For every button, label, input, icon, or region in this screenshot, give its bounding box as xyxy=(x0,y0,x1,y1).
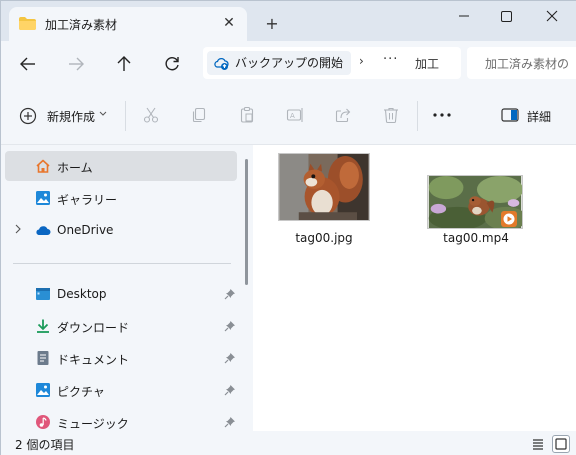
navigation-bar: バックアップの開始 › ··· 加工 加工済み素材の xyxy=(1,41,576,87)
sidebar-item-documents[interactable]: ドキュメント xyxy=(5,343,237,373)
cut-icon[interactable] xyxy=(142,106,160,124)
sidebar-scrollbar[interactable] xyxy=(245,159,248,285)
delete-icon[interactable] xyxy=(382,106,400,124)
pin-icon[interactable] xyxy=(224,416,236,428)
copy-icon[interactable] xyxy=(190,106,208,124)
breadcrumb-root-label: バックアップの開始 xyxy=(235,56,344,70)
sidebar-item-label: ピクチャ xyxy=(57,385,105,399)
search-box[interactable]: 加工済み素材の xyxy=(467,47,576,79)
chevron-down-icon xyxy=(99,111,107,116)
sidebar-item-label: ドキュメント xyxy=(57,353,130,367)
sidebar-item-label: OneDrive xyxy=(57,223,114,237)
navigation-pane: ホーム ギャラリー OneDrive Desktop ダウンロード ドキュメント… xyxy=(1,145,253,431)
breadcrumb-overflow-button[interactable]: ··· xyxy=(383,52,398,67)
share-icon[interactable] xyxy=(334,106,352,124)
back-arrow-icon[interactable] xyxy=(17,53,39,75)
sidebar-item-pictures[interactable]: ピクチャ xyxy=(5,375,237,405)
sidebar-item-home[interactable]: ホーム xyxy=(5,151,237,181)
desktop-icon xyxy=(36,288,50,300)
svg-text:A: A xyxy=(290,112,295,120)
sidebar-item-label: ホーム xyxy=(57,161,93,175)
address-bar[interactable]: バックアップの開始 › ··· 加工 xyxy=(203,47,461,79)
pin-icon[interactable] xyxy=(224,288,236,300)
minimize-button[interactable] xyxy=(447,5,481,27)
rename-icon[interactable]: A xyxy=(286,106,304,124)
item-count: 2 個の項目 xyxy=(15,438,75,452)
sidebar-item-downloads[interactable]: ダウンロード xyxy=(5,311,237,341)
toolbar-divider xyxy=(417,101,418,131)
new-button-label: 新規作成 xyxy=(47,110,96,124)
more-options-icon[interactable] xyxy=(431,108,453,122)
pin-icon[interactable] xyxy=(224,384,236,396)
gallery-icon xyxy=(36,191,50,205)
document-icon xyxy=(37,351,49,365)
file-name: tag00.mp4 xyxy=(443,231,509,245)
plus-circle-icon xyxy=(19,107,37,125)
search-placeholder: 加工済み素材の xyxy=(485,57,570,71)
file-view: tag00.jpg tag00.mp4 xyxy=(253,145,576,431)
large-icons-view-icon xyxy=(555,438,567,450)
sidebar-item-gallery[interactable]: ギャラリー xyxy=(5,183,237,213)
file-explorer-window: 加工済み素材 ✕ + バックアップの開始 › ··· 加工 加工済み素材の 新規… xyxy=(0,0,576,455)
chevron-right-icon[interactable] xyxy=(13,224,23,234)
up-arrow-icon[interactable] xyxy=(113,53,135,75)
details-view-icon[interactable] xyxy=(529,435,547,453)
close-tab-button[interactable]: ✕ xyxy=(221,15,237,31)
video-play-badge-icon xyxy=(501,211,517,227)
refresh-icon[interactable] xyxy=(161,53,183,75)
pin-icon[interactable] xyxy=(224,320,236,332)
sidebar-item-label: Desktop xyxy=(57,287,107,301)
tab-active[interactable]: 加工済み素材 ✕ xyxy=(9,7,247,41)
image-thumbnail xyxy=(278,153,370,221)
details-label: 詳細 xyxy=(527,110,552,124)
new-tab-button[interactable]: + xyxy=(263,15,281,33)
sidebar-item-desktop[interactable]: Desktop xyxy=(5,279,237,309)
cloud-backup-icon xyxy=(214,57,229,70)
folder-icon xyxy=(19,17,36,30)
music-icon xyxy=(36,415,50,429)
home-icon xyxy=(36,159,50,173)
maximize-button[interactable] xyxy=(489,5,523,27)
file-name: tag00.jpg xyxy=(295,231,353,245)
command-bar: 新規作成 A 詳細 xyxy=(1,87,576,145)
sidebar-item-onedrive[interactable]: OneDrive xyxy=(5,215,237,245)
pictures-icon xyxy=(36,383,50,397)
breadcrumb-separator-icon[interactable]: › xyxy=(359,54,364,68)
status-bar: 2 個の項目 xyxy=(1,431,576,455)
sidebar-item-label: ギャラリー xyxy=(57,193,118,207)
forward-arrow-icon[interactable] xyxy=(65,53,87,75)
breadcrumb-current[interactable]: 加工 xyxy=(415,55,455,72)
details-pane-icon xyxy=(501,108,519,122)
breadcrumb-root[interactable]: バックアップの開始 xyxy=(207,51,352,75)
paste-icon[interactable] xyxy=(238,106,256,124)
sidebar-divider xyxy=(13,263,231,264)
large-icons-view-button[interactable] xyxy=(552,435,570,453)
file-item-image[interactable]: tag00.jpg xyxy=(273,151,383,251)
cloud-icon xyxy=(36,226,51,235)
toolbar-divider xyxy=(125,101,126,131)
sidebar-item-label: ミュージック xyxy=(57,417,129,431)
download-icon xyxy=(37,319,49,333)
tab-title: 加工済み素材 xyxy=(45,18,118,32)
title-bar: 加工済み素材 ✕ + xyxy=(1,1,576,41)
file-item-video[interactable]: tag00.mp4 xyxy=(421,151,531,251)
close-window-button[interactable] xyxy=(535,5,569,27)
pin-icon[interactable] xyxy=(224,352,236,364)
sidebar-item-label: ダウンロード xyxy=(57,321,130,335)
